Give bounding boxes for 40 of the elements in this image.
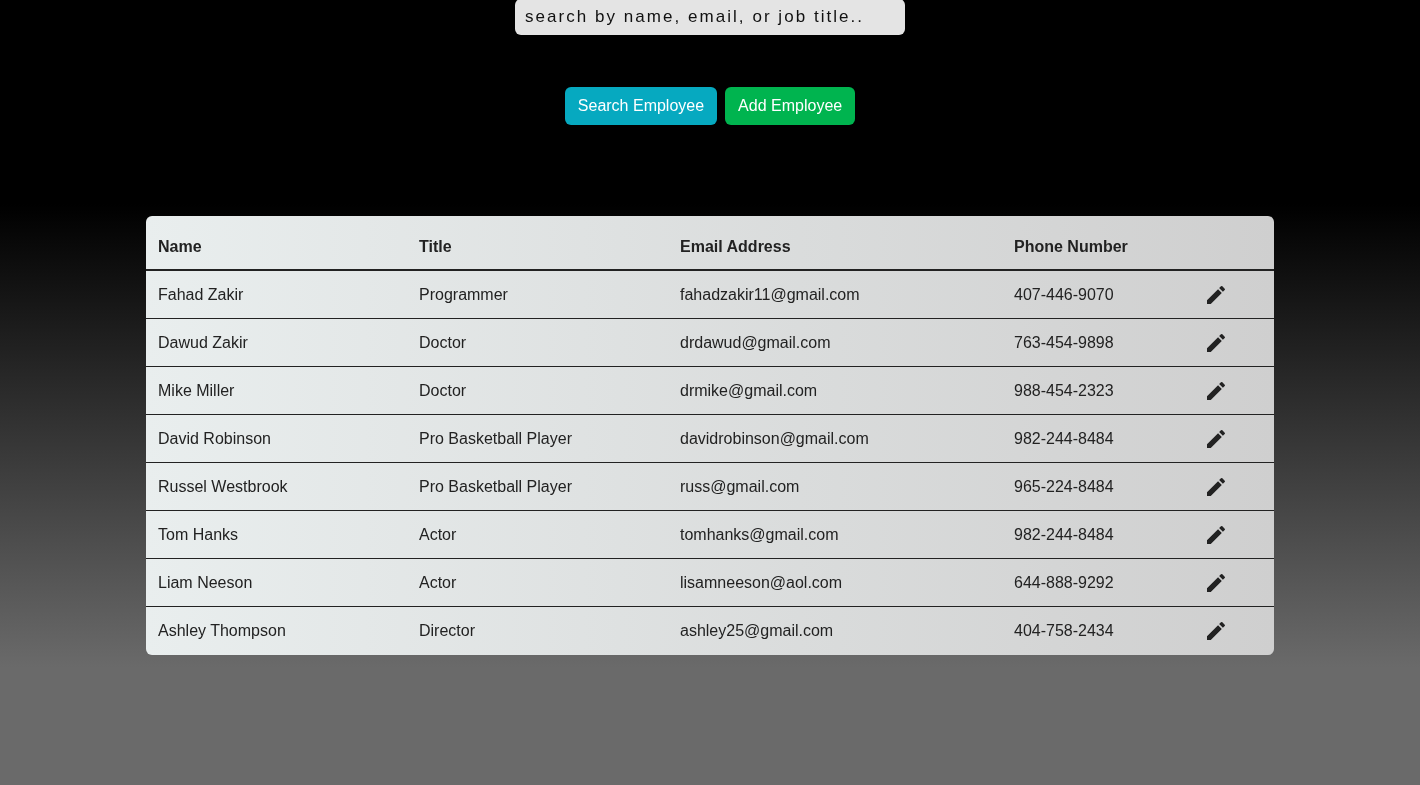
table-cell: Director — [419, 622, 475, 639]
table-cell: Actor — [419, 573, 457, 591]
table-cell: drmike@gmail.com — [680, 381, 818, 399]
table-cell: 988-454-2323 — [1014, 381, 1114, 399]
table-cell: Mike Miller — [158, 381, 235, 399]
search-field[interactable]: search by name, email, or job title.. — [515, 0, 905, 35]
table-cell: Actor — [419, 525, 457, 543]
table-cell: 982-244-8484 — [1014, 525, 1114, 543]
pencil-icon[interactable] — [1204, 619, 1228, 643]
table-cell: Doctor — [419, 381, 467, 399]
column-header: Name — [158, 238, 202, 255]
table-cell: David Robinson — [158, 429, 271, 447]
table-cell: 404-758-2434 — [1014, 622, 1114, 639]
table-cell: 644-888-9292 — [1014, 573, 1114, 591]
table-cell: lisamneeson@aol.com — [680, 573, 843, 591]
table-cell: Dawud Zakir — [158, 333, 248, 351]
table-cell: 982-244-8484 — [1014, 429, 1114, 447]
table-cell: Pro Basketball Player — [419, 477, 572, 495]
table-cell: tomhanks@gmail.com — [680, 525, 839, 543]
search-button[interactable]: Search Employee — [564, 87, 718, 125]
table-cell: drdawud@gmail.com — [680, 333, 831, 351]
table-cell: Programmer — [419, 285, 508, 303]
table-cell: fahadzakir11@gmail.com — [680, 285, 860, 303]
table-cell: russ@gmail.com — [680, 477, 800, 495]
add-button[interactable]: Add Employee — [725, 87, 856, 125]
table-cell: Ashley Thompson — [158, 622, 286, 639]
table-cell: 965-224-8484 — [1014, 477, 1114, 495]
table-cell: 407-446-9070 — [1014, 285, 1114, 303]
column-header: Title — [419, 238, 452, 255]
table-cell: ashley25@gmail.com — [680, 622, 834, 639]
table-cell: Fahad Zakir — [158, 285, 244, 303]
table-cell: Liam Neeson — [158, 573, 253, 591]
table-cell: davidrobinson@gmail.com — [680, 429, 869, 447]
table-cell: 763-454-9898 — [1014, 333, 1114, 351]
table-cell: Doctor — [419, 333, 467, 351]
column-header: Phone Number — [1014, 238, 1128, 255]
table-cell: Russel Westbrook — [158, 477, 288, 495]
column-header: Email Address — [680, 238, 791, 255]
table-cell: Tom Hanks — [158, 525, 239, 543]
table-cell: Pro Basketball Player — [419, 429, 572, 447]
